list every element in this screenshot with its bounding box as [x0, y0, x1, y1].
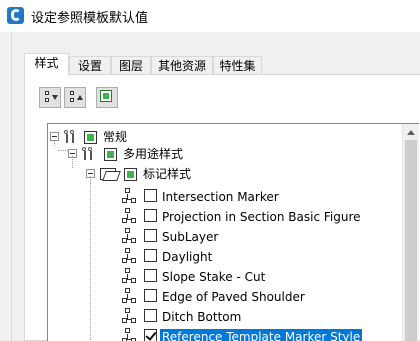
item-checkbox[interactable] [144, 289, 157, 302]
vertical-scrollbar[interactable] [402, 124, 419, 341]
tree-item[interactable]: Projection in Section Basic Figure [48, 204, 403, 224]
window-title: 设定参照模板默认值 [31, 11, 149, 26]
tab-other-resources[interactable]: 其他资源 [151, 56, 213, 76]
dialog-body: 样式 设置 图层 其他资源 特性集 常规 多用途样式 标记样式 Intersec… [0, 32, 420, 341]
select-all-button[interactable] [96, 87, 118, 108]
tree-item[interactable]: Ditch Bottom [48, 304, 403, 324]
item-checkbox[interactable] [144, 189, 157, 202]
collapse-all-button[interactable] [64, 87, 86, 108]
tree-item-label: Ditch Bottom [162, 310, 242, 324]
style-tree[interactable]: 常规 多用途样式 标记样式 Intersection Marker Projec… [47, 123, 419, 341]
tree-item-label: Slope Stake - Cut [162, 270, 266, 284]
marker-style-icon [122, 268, 138, 284]
item-checkbox[interactable] [144, 329, 157, 341]
tree-item[interactable]: SubLayer [48, 224, 403, 244]
item-checkbox[interactable] [144, 309, 157, 322]
marker-style-icon [122, 288, 138, 304]
marker-style-icon [122, 308, 138, 324]
open-folder-icon [100, 168, 116, 180]
tree-item-label: SubLayer [162, 230, 219, 244]
tree-item[interactable]: Daylight [48, 244, 403, 264]
item-checkbox[interactable] [144, 229, 157, 242]
tree-item[interactable]: Intersection Marker [48, 184, 403, 204]
scroll-up-arrow-icon[interactable] [407, 130, 415, 135]
marker-style-icon [122, 208, 138, 224]
tree-item-selected[interactable]: Reference Template Marker Style [48, 324, 403, 341]
marker-style-icon [122, 328, 138, 341]
item-checkbox[interactable] [144, 249, 157, 262]
expand-all-button[interactable] [39, 87, 61, 108]
partial-checkbox[interactable] [124, 168, 137, 181]
tree-item-label: Edge of Paved Shoulder [162, 290, 305, 304]
title-bar: 设定参照模板默认值 [0, 0, 420, 32]
tree-node-marker-styles[interactable]: 标记样式 [48, 160, 403, 181]
select-all-icon [100, 90, 112, 102]
tree-item-label: Intersection Marker [162, 190, 279, 204]
styles-panel: 常规 多用途样式 标记样式 Intersection Marker Projec… [24, 74, 420, 341]
tree-node-label: 标记样式 [143, 167, 192, 181]
tree-item-label: Reference Template Marker Style [160, 329, 363, 341]
group-frame [11, 32, 12, 341]
tree-node-multipurpose[interactable]: 多用途样式 [48, 140, 403, 161]
scroll-thumb[interactable] [405, 140, 417, 341]
marker-style-icon [122, 248, 138, 264]
tree-item-label: Projection in Section Basic Figure [162, 210, 361, 224]
tab-layers[interactable]: 图层 [111, 56, 151, 76]
item-checkbox[interactable] [144, 209, 157, 222]
tree-item[interactable]: Slope Stake - Cut [48, 264, 403, 284]
item-checkbox[interactable] [144, 269, 157, 282]
tab-settings[interactable]: 设置 [69, 56, 111, 76]
tab-property-sets[interactable]: 特性集 [213, 56, 262, 76]
tree-item-label: Daylight [162, 250, 213, 264]
app-icon [7, 7, 24, 24]
marker-style-icon [122, 228, 138, 244]
tab-styles[interactable]: 样式 [24, 53, 69, 76]
tree-item[interactable]: Edge of Paved Shoulder [48, 284, 403, 304]
marker-style-icon [122, 188, 138, 204]
